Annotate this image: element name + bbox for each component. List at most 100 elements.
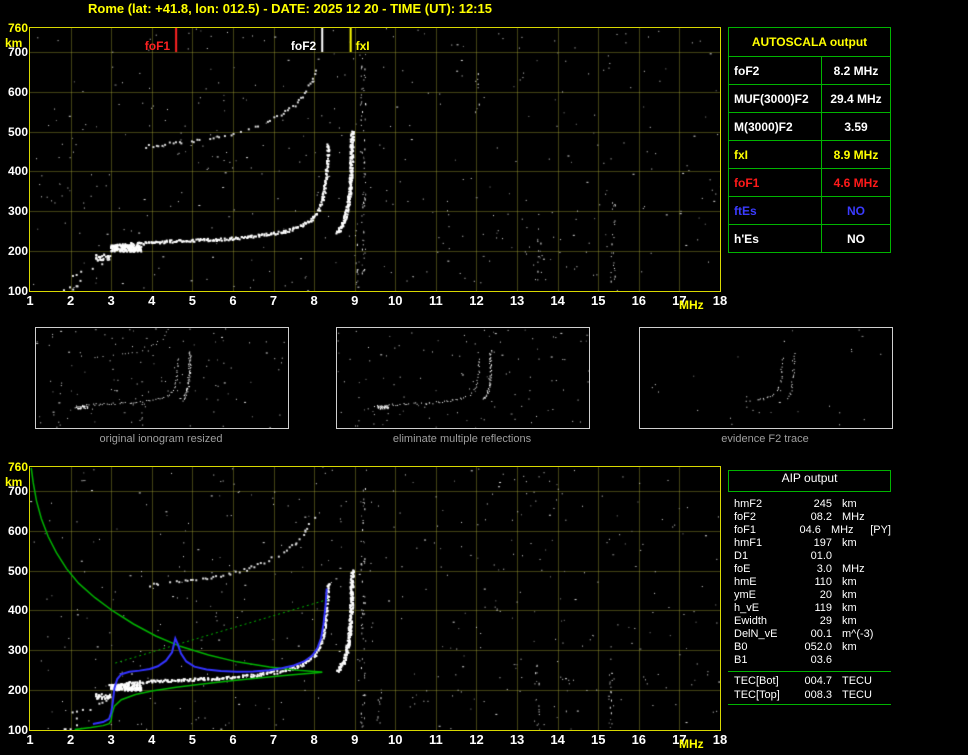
aip-unit: km	[842, 615, 857, 627]
table-row: h_vE 119 km	[728, 602, 891, 615]
aip-value: 04.6	[799, 524, 821, 536]
table-row: foE 3.0 MHz	[728, 563, 891, 576]
aip-note	[884, 576, 886, 589]
autoscala-param: foF2	[728, 56, 822, 85]
x-tick-label: 12	[469, 293, 484, 308]
autoscala-param: MUF(3000)F2	[728, 84, 822, 113]
aip-unit: TECU	[842, 675, 872, 687]
autoscala-value: 3.59	[821, 112, 891, 141]
autoscala-value: 4.6 MHz	[821, 168, 891, 197]
table-row: foF2 08.2 MHz	[728, 511, 891, 524]
x-tick-label: 9	[351, 732, 359, 747]
aip-param: foE	[734, 563, 751, 575]
aip-param: ymE	[734, 589, 756, 601]
y-tick-label: 300	[7, 204, 28, 219]
aip-value: 08.2	[810, 511, 832, 523]
x-tick-label: 18	[712, 732, 728, 747]
x-tick-label: 6	[229, 732, 237, 747]
aip-unit: km	[842, 498, 857, 510]
autoscala-param: M(3000)F2	[728, 112, 822, 141]
aip-note	[884, 654, 886, 667]
aip-unit: MHz	[842, 563, 865, 575]
aip-unit: MHz	[830, 524, 854, 536]
y-tick-label: 600	[7, 84, 28, 99]
top-ionogram-canvas	[30, 28, 720, 291]
autoscala-value: 8.2 MHz	[821, 56, 891, 85]
y-tick-label: 200	[7, 683, 28, 698]
x-tick-label: 7	[269, 293, 278, 308]
table-row: Ewidth 29 km	[728, 615, 891, 628]
y-tick-label: 500	[7, 563, 28, 578]
table-row: M(3000)F2 3.59	[728, 112, 891, 141]
aip-note	[884, 550, 886, 563]
thumbnail-caption-eliminate: eliminate multiple reflections	[392, 433, 532, 445]
table-row: hmF2 245 km	[728, 498, 891, 511]
aip-unit: m^(-3)	[842, 628, 874, 640]
aip-param: foF2	[734, 511, 757, 523]
y-tick-label: 300	[7, 643, 28, 658]
autoscala-app-window: Rome (lat: +41.8, lon: 012.5) - DATE: 20…	[0, 0, 968, 755]
aip-value: 20	[819, 589, 832, 601]
aip-unit: km	[842, 576, 857, 588]
autoscala-table-title: AUTOSCALA output	[728, 27, 891, 57]
y-axis-max-label: 760	[7, 460, 28, 474]
x-tick-label: 5	[188, 293, 196, 308]
aip-unit: km	[842, 641, 857, 653]
aip-unit: km	[842, 602, 857, 614]
aip-output-table: AIP output hmF2 245 km foF2 08.2 MHz foF1 04.6 M…	[728, 470, 891, 705]
x-tick-label: 8	[310, 732, 318, 747]
autoscala-param: foF1	[728, 168, 822, 197]
autoscala-value: NO	[821, 224, 891, 253]
x-tick-label: 11	[429, 732, 443, 747]
aip-param: hmF2	[734, 498, 763, 510]
table-row: ymE 20 km	[728, 589, 891, 602]
x-tick-label: 15	[591, 293, 606, 308]
aip-note	[884, 688, 886, 702]
x-axis-unit-label: MHz	[679, 298, 704, 312]
aip-param: h_vE	[734, 602, 760, 614]
aip-param: B1	[734, 654, 748, 666]
aip-note	[884, 498, 886, 511]
y-tick-label: 400	[7, 603, 28, 618]
x-tick-label: 16	[631, 293, 647, 308]
autoscala-value: NO	[821, 196, 891, 225]
table-row: MUF(3000)F2 29.4 MHz	[728, 84, 891, 113]
thumbnail-caption-evidence: evidence F2 trace	[721, 433, 809, 445]
aip-note	[884, 511, 886, 524]
aip-param: B0	[734, 641, 748, 653]
aip-table-title: AIP output	[728, 470, 891, 492]
x-tick-label: 4	[148, 293, 156, 308]
table-row: B0 052.0 km	[728, 641, 891, 654]
y-tick-label: 700	[7, 44, 28, 59]
table-row: fxI 8.9 MHz	[728, 140, 891, 169]
table-row: foF2 8.2 MHz	[728, 56, 891, 85]
table-row: D1 01.0	[728, 550, 891, 563]
x-tick-label: 1	[26, 293, 34, 308]
y-tick-label: 400	[7, 164, 28, 179]
x-tick-label: 15	[591, 732, 606, 747]
y-tick-label: 200	[7, 244, 28, 259]
x-tick-label: 18	[712, 293, 728, 308]
aip-table-body: hmF2 245 km foF2 08.2 MHz foF1 04.6 MHz [PY] hmF1 1…	[728, 498, 891, 667]
x-tick-label: 5	[188, 732, 196, 747]
x-tick-label: 13	[509, 293, 525, 308]
table-row: hmF1 197 km	[728, 537, 891, 550]
aip-note	[884, 674, 886, 688]
autoscala-param: fxI	[728, 140, 822, 169]
x-tick-label: 10	[388, 293, 403, 308]
aip-value: 197	[813, 537, 832, 549]
x-tick-label: 13	[509, 732, 525, 747]
marker-label-fxi: fxI	[355, 39, 370, 53]
bottom-ionogram-plot	[29, 466, 721, 731]
table-row: foF1 04.6 MHz [PY]	[728, 524, 891, 537]
aip-unit: TECU	[842, 689, 872, 701]
aip-note	[884, 615, 886, 628]
y-tick-label: 500	[7, 124, 28, 139]
table-row: foF1 4.6 MHz	[728, 168, 891, 197]
aip-value: 29	[819, 615, 832, 627]
aip-param: D1	[734, 550, 749, 562]
autoscala-param: ftEs	[728, 196, 822, 225]
thumbnail-caption-original: original ionogram resized	[99, 433, 223, 445]
aip-note	[884, 589, 886, 602]
x-tick-label: 4	[148, 732, 156, 747]
